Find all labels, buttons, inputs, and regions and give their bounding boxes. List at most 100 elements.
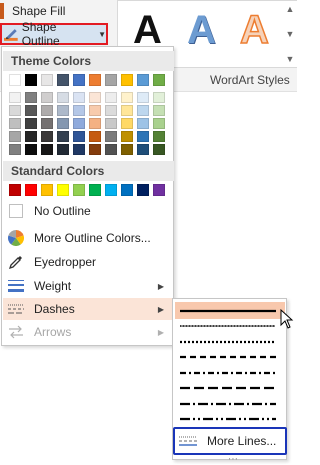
- theme-color-swatch[interactable]: [73, 74, 85, 86]
- dash-style-dash-dot[interactable]: [175, 364, 285, 381]
- theme-color-swatch[interactable]: [57, 74, 69, 86]
- dash-style-long-dash-dot-dot[interactable]: [175, 411, 285, 428]
- theme-color-swatch[interactable]: [105, 74, 117, 86]
- theme-shade-swatch[interactable]: [137, 92, 149, 103]
- expand-gallery-icon[interactable]: ▼: [286, 54, 295, 64]
- theme-shade-swatch[interactable]: [105, 92, 117, 103]
- theme-shade-swatch[interactable]: [121, 92, 133, 103]
- theme-shade-swatch[interactable]: [25, 118, 37, 129]
- dashes-item[interactable]: Dashes ▶: [3, 298, 174, 320]
- theme-shade-swatch[interactable]: [57, 144, 69, 155]
- standard-color-swatch[interactable]: [137, 184, 149, 196]
- theme-shade-swatch[interactable]: [105, 144, 117, 155]
- dash-style-dash[interactable]: [175, 349, 285, 366]
- theme-shade-swatch[interactable]: [9, 131, 21, 142]
- eyedropper-item[interactable]: Eyedropper: [3, 251, 174, 273]
- theme-shade-swatch[interactable]: [25, 131, 37, 142]
- theme-shade-swatch[interactable]: [41, 118, 53, 129]
- theme-shade-swatch[interactable]: [89, 105, 101, 116]
- more-lines-button[interactable]: More Lines...: [173, 427, 287, 455]
- shape-outline-menu: Theme Colors Standard Colors No Outline …: [1, 46, 174, 346]
- theme-shade-swatch[interactable]: [73, 131, 85, 142]
- theme-shade-swatch[interactable]: [41, 92, 53, 103]
- theme-shade-swatch[interactable]: [121, 131, 133, 142]
- theme-shade-swatch[interactable]: [9, 92, 21, 103]
- theme-shade-swatch[interactable]: [73, 105, 85, 116]
- gallery-scroll[interactable]: ▲ ▼ ▼: [284, 4, 296, 64]
- theme-color-swatch[interactable]: [9, 74, 21, 86]
- wordart-style-2[interactable]: A: [187, 8, 216, 53]
- theme-shade-swatch[interactable]: [73, 92, 85, 103]
- theme-shade-swatch[interactable]: [9, 118, 21, 129]
- wordart-styles-label: WordArt Styles: [210, 73, 290, 87]
- shape-outline-button[interactable]: Shape Outline ▼: [0, 20, 108, 48]
- theme-shade-swatch[interactable]: [89, 118, 101, 129]
- wordart-style-3[interactable]: A: [239, 7, 269, 53]
- theme-shade-swatch[interactable]: [137, 118, 149, 129]
- theme-shade-swatch[interactable]: [89, 131, 101, 142]
- resize-grip-icon[interactable]: ⋯: [228, 454, 239, 465]
- no-outline-item[interactable]: No Outline: [3, 200, 174, 222]
- weight-item[interactable]: Weight ▶: [3, 275, 174, 297]
- standard-color-swatch[interactable]: [41, 184, 53, 196]
- theme-shade-swatch[interactable]: [105, 118, 117, 129]
- theme-shade-swatch[interactable]: [153, 144, 165, 155]
- theme-shade-swatch[interactable]: [57, 92, 69, 103]
- theme-shade-swatch[interactable]: [121, 144, 133, 155]
- standard-color-swatch[interactable]: [89, 184, 101, 196]
- dashes-submenu: More Lines...: [172, 298, 287, 460]
- theme-shade-swatch[interactable]: [137, 144, 149, 155]
- theme-shade-swatch[interactable]: [57, 118, 69, 129]
- theme-color-swatch[interactable]: [137, 74, 149, 86]
- eyedropper-label: Eyedropper: [34, 255, 97, 269]
- theme-shade-swatch[interactable]: [41, 131, 53, 142]
- theme-shade-swatch[interactable]: [89, 92, 101, 103]
- theme-shade-swatch[interactable]: [105, 131, 117, 142]
- theme-shade-swatch[interactable]: [137, 131, 149, 142]
- dash-style-round-dot[interactable]: [175, 318, 285, 335]
- theme-shade-swatch[interactable]: [41, 144, 53, 155]
- standard-color-swatch[interactable]: [153, 184, 165, 196]
- theme-color-swatch[interactable]: [41, 74, 53, 86]
- scroll-up-icon[interactable]: ▲: [286, 4, 295, 14]
- standard-color-swatch[interactable]: [57, 184, 69, 196]
- dash-style-long-dash[interactable]: [175, 380, 285, 397]
- theme-shade-swatch[interactable]: [121, 105, 133, 116]
- dash-style-square-dot[interactable]: [175, 333, 285, 350]
- theme-shade-swatch[interactable]: [25, 105, 37, 116]
- standard-color-swatch[interactable]: [73, 184, 85, 196]
- theme-shade-swatch[interactable]: [153, 118, 165, 129]
- standard-color-swatch[interactable]: [105, 184, 117, 196]
- theme-shade-swatch[interactable]: [57, 131, 69, 142]
- theme-shade-swatch[interactable]: [9, 105, 21, 116]
- theme-color-swatch[interactable]: [25, 74, 37, 86]
- theme-shade-swatch[interactable]: [121, 118, 133, 129]
- theme-color-swatch[interactable]: [89, 74, 101, 86]
- standard-color-swatch[interactable]: [25, 184, 37, 196]
- theme-shade-swatch[interactable]: [41, 105, 53, 116]
- theme-shade-swatch[interactable]: [89, 144, 101, 155]
- theme-shade-swatch[interactable]: [105, 105, 117, 116]
- standard-color-swatch[interactable]: [9, 184, 21, 196]
- dash-style-solid[interactable]: [175, 302, 285, 319]
- theme-shade-swatch[interactable]: [57, 105, 69, 116]
- dash-style-long-dash-dot[interactable]: [175, 395, 285, 412]
- theme-color-swatch[interactable]: [153, 74, 165, 86]
- theme-shade-swatch[interactable]: [73, 118, 85, 129]
- standard-color-swatch[interactable]: [121, 184, 133, 196]
- chevron-down-icon: ▼: [98, 29, 106, 39]
- arrows-label: Arrows: [34, 325, 72, 339]
- theme-shade-swatch[interactable]: [73, 144, 85, 155]
- shape-fill-button[interactable]: Shape Fill: [0, 1, 110, 21]
- theme-shade-swatch[interactable]: [153, 92, 165, 103]
- theme-shade-swatch[interactable]: [153, 131, 165, 142]
- scroll-down-icon[interactable]: ▼: [286, 29, 295, 39]
- more-outline-colors-item[interactable]: More Outline Colors...: [3, 227, 174, 249]
- theme-shade-swatch[interactable]: [137, 105, 149, 116]
- theme-shade-swatch[interactable]: [9, 144, 21, 155]
- weight-label: Weight: [34, 279, 72, 293]
- theme-shade-swatch[interactable]: [25, 144, 37, 155]
- theme-color-swatch[interactable]: [121, 74, 133, 86]
- theme-shade-swatch[interactable]: [25, 92, 37, 103]
- theme-shade-swatch[interactable]: [153, 105, 165, 116]
